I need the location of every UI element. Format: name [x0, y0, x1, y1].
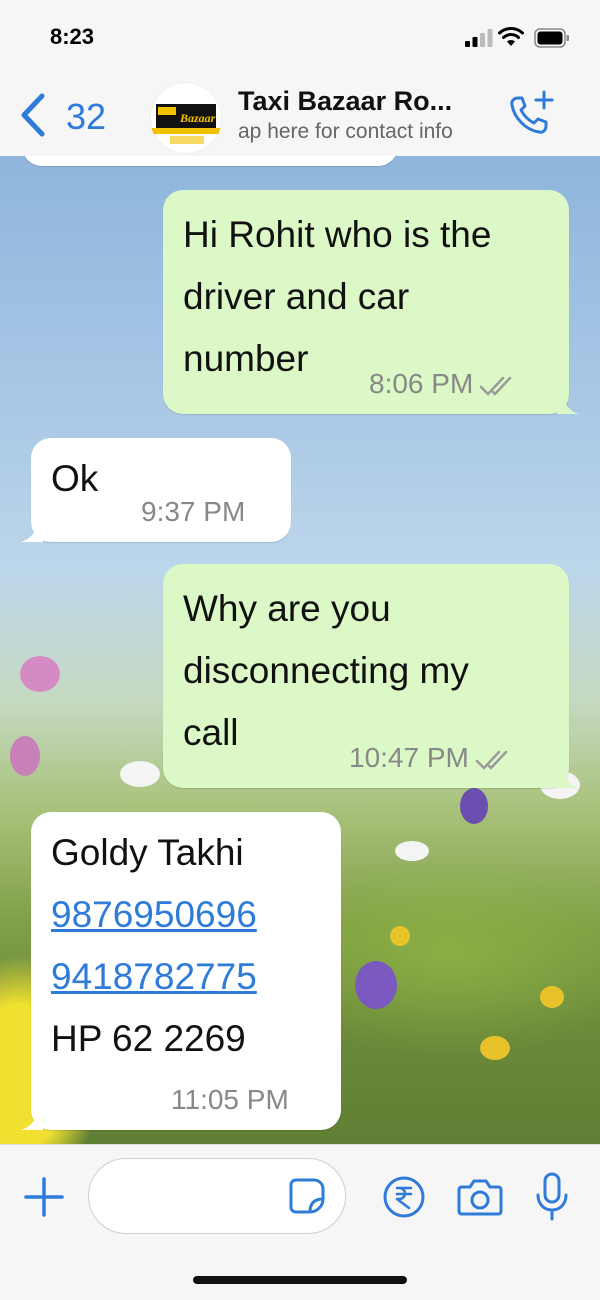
vehicle-number-text: HP 62 2269 [51, 1018, 246, 1059]
background-flower [20, 656, 60, 692]
message-text: Ok [51, 458, 99, 499]
message-time: 11:05 PM [171, 1084, 289, 1115]
phone-number-link[interactable]: 9876950696 [51, 884, 257, 946]
microphone-icon[interactable] [534, 1171, 570, 1223]
svg-text:Bazaar: Bazaar [179, 111, 216, 125]
camera-icon[interactable] [456, 1175, 504, 1219]
background-flower [120, 761, 160, 787]
contact-name-text: Goldy Takhi [51, 832, 244, 873]
status-time: 8:23 [50, 24, 95, 49]
message-text: Goldy Takhi 9876950696 9418782775 HP 62 … [51, 822, 257, 1070]
message-text: Hi Rohit who is the driver and car numbe… [183, 214, 492, 379]
unread-count: 32 [66, 96, 107, 137]
home-indicator [193, 1276, 407, 1284]
contact-name[interactable]: Taxi Bazaar Ro... [238, 86, 452, 117]
back-chevron-icon [21, 93, 45, 137]
plus-icon[interactable] [22, 1175, 66, 1219]
input-bar [0, 1144, 600, 1300]
bubble-tail [557, 392, 579, 414]
message-time: 9:37 PM [141, 496, 246, 527]
phone-number-link[interactable]: 9418782775 [51, 946, 257, 1008]
bubble-tail [557, 766, 579, 788]
message-bubble-incoming[interactable]: Ok 9:37 PM [21, 438, 291, 542]
message-bubble-incoming[interactable]: Goldy Takhi 9876950696 9418782775 HP 62 … [21, 812, 341, 1130]
bubble-tail [21, 1108, 43, 1130]
cellular-signal-icon [465, 29, 493, 47]
back-button[interactable]: 32 [14, 86, 124, 142]
taxi-bazaar-logo: Bazaar [150, 104, 222, 144]
background-flower [460, 788, 488, 824]
background-flower [395, 841, 429, 861]
battery-icon [534, 28, 569, 48]
sticker-icon[interactable] [288, 1177, 326, 1215]
chat-area[interactable]: Hi Rohit who is the driver and car numbe… [0, 156, 600, 1144]
message-time: 8:06 PM [369, 368, 474, 399]
double-tick-icon [480, 376, 512, 396]
background-flower [480, 1036, 510, 1060]
message-bubble-outgoing[interactable]: Hi Rohit who is the driver and car numbe… [163, 190, 579, 414]
double-tick-icon [475, 750, 508, 770]
message-text: Why are you disconnecting my call [183, 588, 469, 753]
previous-message-bubble[interactable] [22, 156, 398, 166]
message-bubble-outgoing[interactable]: Why are you disconnecting my call 10:47 … [163, 564, 579, 788]
message-meta: 8:06 PM [369, 368, 519, 400]
background-flower [390, 926, 410, 946]
background-flower [355, 961, 397, 1009]
background-flower [540, 986, 564, 1008]
video-call-add-icon[interactable] [504, 88, 556, 140]
contact-info-hint[interactable]: ap here for contact info [238, 120, 488, 144]
status-bar: 8:23 [0, 0, 600, 78]
chat-header: 32 Bazaar Taxi Bazaar Ro... ap here for … [0, 78, 600, 157]
message-meta: 10:47 PM [349, 742, 515, 774]
avatar[interactable]: Bazaar [150, 82, 222, 154]
wifi-icon [498, 27, 524, 46]
message-time: 10:47 PM [349, 742, 469, 773]
rupee-payment-icon[interactable] [382, 1175, 426, 1219]
background-flower [10, 736, 40, 776]
bubble-tail [21, 520, 43, 542]
